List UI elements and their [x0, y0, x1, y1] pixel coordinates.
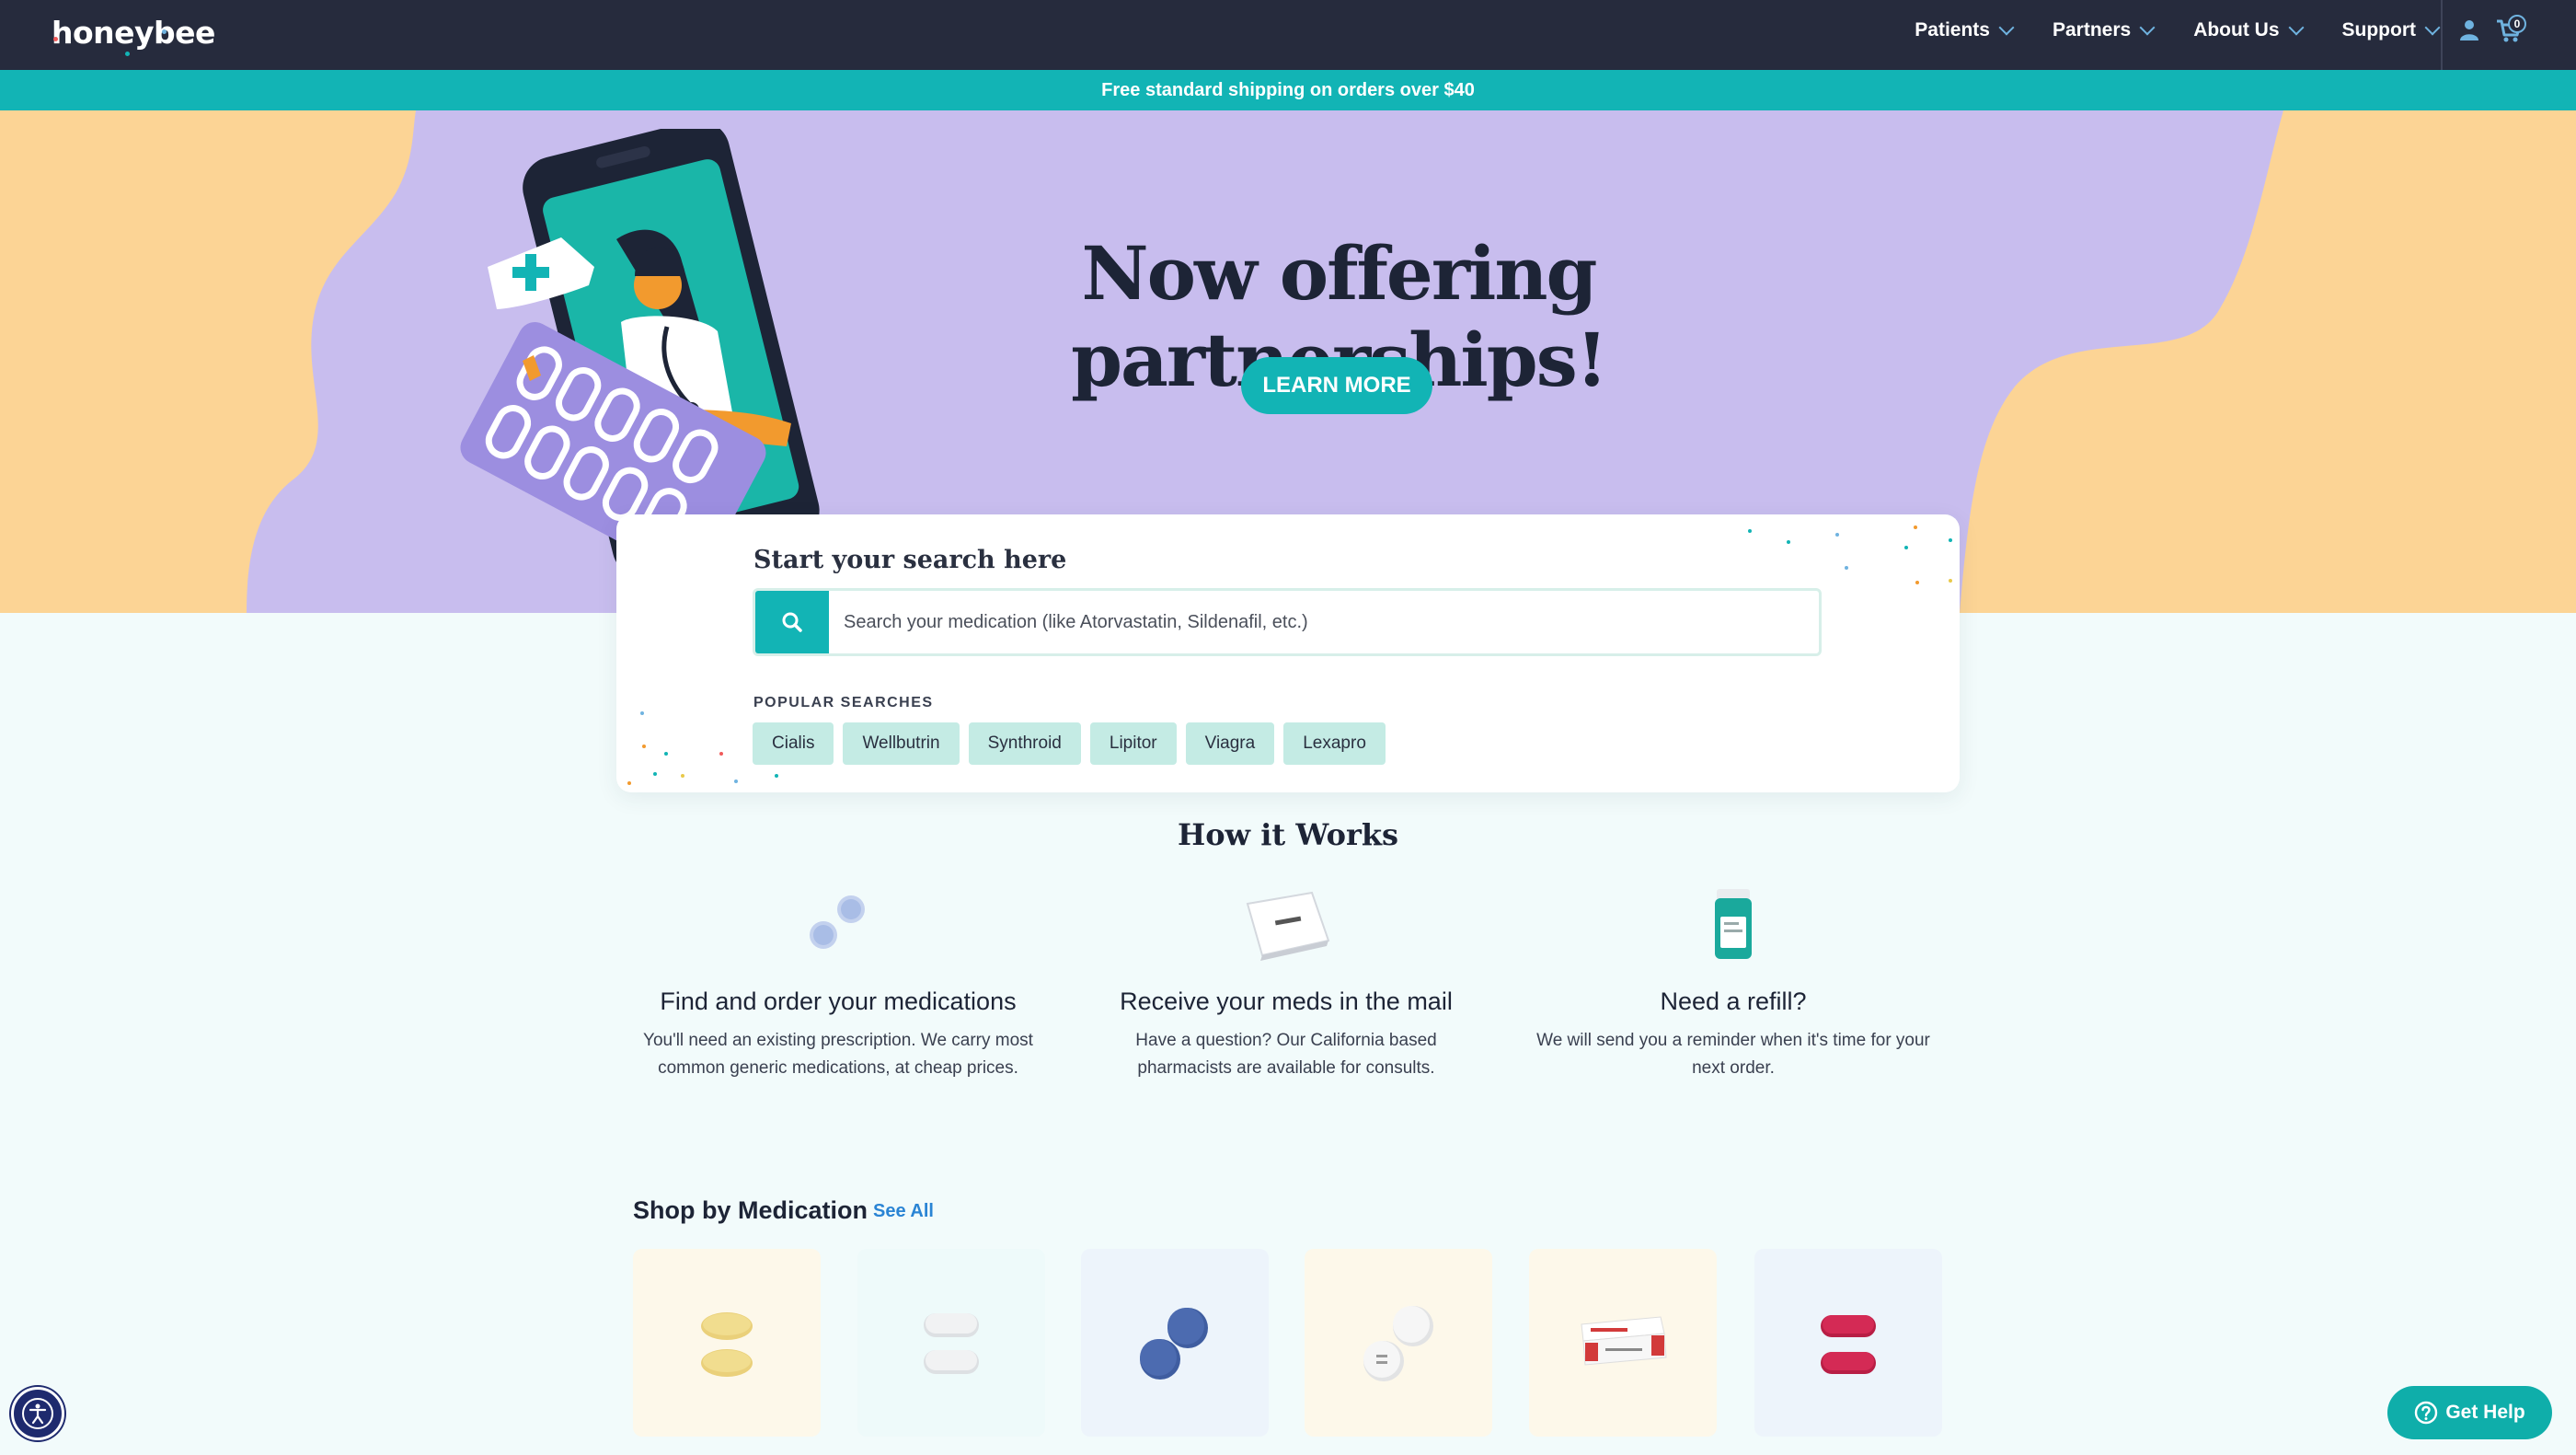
confetti-dot — [1915, 581, 1919, 584]
chevron-down-icon — [1998, 19, 2015, 36]
medication-card[interactable] — [857, 1249, 1045, 1437]
round-white-pills-image — [1363, 1306, 1433, 1381]
get-help-button[interactable]: Get Help — [2387, 1386, 2552, 1439]
nav-item-label: About Us — [2193, 19, 2280, 40]
accessibility-button[interactable] — [11, 1387, 64, 1440]
confetti-dot — [1748, 529, 1752, 533]
chevron-down-icon — [2424, 19, 2441, 36]
confetti-dot — [1949, 579, 1952, 583]
confetti-dot — [681, 774, 684, 778]
search-card: Start your search here POPULAR SEARCHES … — [616, 514, 1960, 792]
confetti-dot — [1845, 566, 1848, 570]
confetti-dot — [653, 772, 657, 776]
cart-count-badge: 0 — [2508, 15, 2526, 33]
help-icon — [2415, 1401, 2438, 1425]
medication-card[interactable] — [1754, 1249, 1942, 1437]
promo-banner: Free standard shipping on orders over $4… — [0, 70, 2576, 110]
get-help-label: Get Help — [2445, 1402, 2525, 1423]
logo-dot — [53, 37, 58, 41]
pill-bottle-icon — [1715, 889, 1752, 959]
confetti-dot — [1835, 533, 1839, 537]
step-title: Receive your meds in the mail — [1120, 987, 1453, 1015]
step-description: We will send you a reminder when it's ti… — [1536, 1031, 1930, 1078]
confetti-dot — [775, 774, 778, 778]
search-button[interactable] — [755, 591, 829, 653]
yellow-pills-image — [701, 1312, 753, 1377]
nav-divider — [2441, 0, 2443, 70]
learn-more-button[interactable]: LEARN MORE — [1241, 357, 1432, 414]
nav-item-partners[interactable]: Partners — [2052, 19, 2156, 41]
confetti-dot — [642, 745, 646, 748]
how-it-works-title: How it Works — [1177, 817, 1399, 852]
popular-search-chip[interactable]: Lexapro — [1283, 722, 1386, 765]
popular-search-chip[interactable]: Viagra — [1185, 722, 1275, 765]
top-nav: honeybee Patients Partners About Us Supp… — [0, 0, 2576, 70]
step-description: Have a question? Our California based ph… — [1135, 1031, 1437, 1078]
search-heading: Start your search here — [753, 546, 1067, 574]
confetti-dot — [734, 779, 738, 783]
confetti-dot — [627, 781, 631, 785]
popular-search-chip[interactable]: Wellbutrin — [843, 722, 960, 765]
red-pills-image — [1821, 1315, 1876, 1374]
step-description: You'll need an existing prescription. We… — [643, 1031, 1033, 1078]
package-icon — [1246, 891, 1330, 961]
medication-card[interactable] — [1081, 1249, 1269, 1437]
nav-item-label: Partners — [2052, 19, 2132, 40]
confetti-dot — [1787, 540, 1790, 544]
popular-searches-label: POPULAR SEARCHES — [753, 695, 934, 710]
step-title: Find and order your medications — [660, 987, 1017, 1015]
nav-item-label: Support — [2341, 19, 2416, 40]
confetti-dot — [1914, 525, 1917, 529]
blue-pills-image — [1140, 1308, 1208, 1380]
main-menu: Patients Partners About Us Support — [1915, 0, 2441, 61]
confetti-dot — [640, 711, 644, 715]
cream-box-image — [1581, 1316, 1667, 1366]
popular-search-chip[interactable]: Synthroid — [968, 722, 1081, 765]
confetti-dot — [1949, 538, 1952, 542]
accessibility-icon — [22, 1398, 53, 1429]
logo-dot — [162, 29, 167, 34]
pills-icon — [810, 895, 865, 949]
white-pills-image — [924, 1313, 979, 1374]
medication-card[interactable] — [1529, 1249, 1717, 1437]
see-all-link[interactable]: See All — [873, 1201, 934, 1222]
step-title: Need a refill? — [1660, 987, 1807, 1015]
nav-item-support[interactable]: Support — [2341, 19, 2441, 41]
popular-search-chip[interactable]: Lipitor — [1089, 722, 1177, 765]
honeybee-logo[interactable]: honeybee — [52, 9, 215, 56]
step-receive-mail: Receive your meds in the mail Have a que… — [1088, 883, 1484, 1082]
popular-searches: Cialis Wellbutrin Synthroid Lipitor Viag… — [753, 722, 1386, 765]
nav-item-about-us[interactable]: About Us — [2193, 19, 2305, 41]
nav-item-label: Patients — [1915, 19, 1990, 40]
logo-text: honeybee — [52, 14, 215, 51]
medication-card[interactable] — [1305, 1249, 1492, 1437]
user-icon[interactable] — [2458, 18, 2480, 40]
logo-dot — [125, 52, 130, 56]
chevron-down-icon — [2288, 19, 2305, 36]
confetti-dot — [664, 752, 668, 756]
shop-by-medication-title: Shop by Medication — [633, 1196, 868, 1224]
search-box — [753, 588, 1822, 656]
medication-card[interactable] — [633, 1249, 821, 1437]
confetti-dot — [719, 752, 723, 756]
popular-search-chip[interactable]: Cialis — [753, 722, 834, 765]
chevron-down-icon — [2139, 19, 2156, 36]
confetti-dot — [1904, 546, 1908, 549]
step-find-order: Find and order your medications You'll n… — [640, 883, 1036, 1082]
medication-search-input[interactable] — [844, 602, 1800, 642]
step-refill: Need a refill? We will send you a remind… — [1535, 883, 1931, 1082]
search-icon — [782, 612, 802, 632]
nav-item-patients[interactable]: Patients — [1915, 19, 2015, 41]
